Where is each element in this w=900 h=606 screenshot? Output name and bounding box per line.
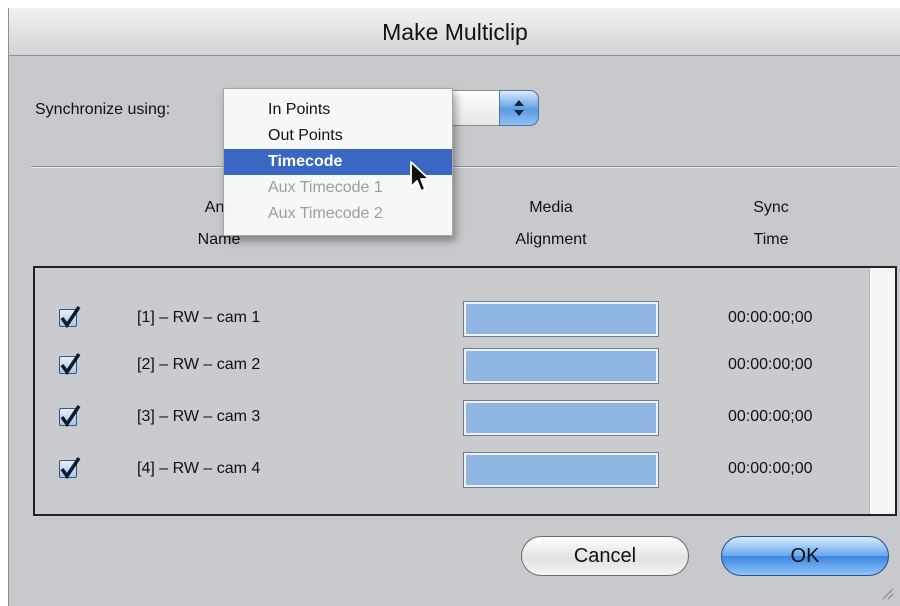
synchronize-popup[interactable] bbox=[449, 90, 503, 126]
sync-time: 00:00:00;00 bbox=[728, 356, 813, 373]
angle-checkbox-4[interactable] bbox=[59, 457, 81, 480]
angle-name: [4] – RW – cam 4 bbox=[137, 460, 261, 477]
checkmark-icon bbox=[60, 405, 81, 428]
table-row: [4] – RW – cam 4 00:00:00;00 bbox=[35, 452, 871, 492]
make-multiclip-dialog: Make Multiclip Synchronize using: Ang Na… bbox=[8, 8, 900, 606]
angle-name: [2] – RW – cam 2 bbox=[137, 356, 261, 373]
media-alignment-bar[interactable] bbox=[463, 348, 659, 384]
menu-item-in-points[interactable]: In Points bbox=[224, 97, 452, 123]
angle-name: [1] – RW – cam 1 bbox=[137, 309, 261, 326]
media-alignment-bar[interactable] bbox=[463, 452, 659, 488]
cancel-button[interactable]: Cancel bbox=[521, 536, 689, 576]
media-alignment-bar[interactable] bbox=[463, 301, 659, 337]
ok-button[interactable]: OK bbox=[721, 536, 889, 576]
media-header-bottom: Alignment bbox=[515, 231, 587, 248]
menu-item-out-points[interactable]: Out Points bbox=[224, 123, 452, 149]
table-row: [1] – RW – cam 1 00:00:00;00 bbox=[35, 301, 871, 341]
sync-time-header: Sync Time bbox=[721, 192, 821, 256]
arrow-pointer-icon bbox=[410, 161, 430, 192]
menu-item-aux-timecode-2: Aux Timecode 2 bbox=[268, 205, 383, 222]
media-alignment-bar[interactable] bbox=[463, 400, 659, 436]
angle-list: [1] – RW – cam 1 00:00:00;00 [2] – RW – … bbox=[33, 266, 897, 516]
updown-arrows-icon bbox=[514, 100, 524, 116]
checkmark-icon bbox=[60, 457, 81, 480]
list-scrollbar[interactable] bbox=[869, 268, 895, 514]
sync-time: 00:00:00;00 bbox=[728, 460, 813, 477]
angle-checkbox-1[interactable] bbox=[59, 306, 81, 329]
angle-checkbox-2[interactable] bbox=[59, 353, 81, 376]
dialog-title: Make Multiclip bbox=[382, 19, 528, 45]
checkmark-icon bbox=[60, 353, 81, 376]
table-row: [3] – RW – cam 3 00:00:00;00 bbox=[35, 400, 871, 440]
sync-header-bottom: Time bbox=[753, 231, 789, 248]
media-header-top: Media bbox=[529, 199, 573, 216]
title-bar[interactable]: Make Multiclip bbox=[9, 8, 900, 56]
table-row: [2] – RW – cam 2 00:00:00;00 bbox=[35, 348, 871, 388]
synchronize-popup-arrows[interactable] bbox=[499, 90, 539, 126]
synchronize-label: Synchronize using: bbox=[35, 101, 171, 118]
sync-time: 00:00:00;00 bbox=[728, 309, 813, 326]
media-alignment-header: Media Alignment bbox=[481, 192, 621, 256]
angle-name: [3] – RW – cam 3 bbox=[137, 408, 261, 425]
separator bbox=[31, 166, 897, 168]
checkmark-icon bbox=[60, 306, 81, 329]
sync-header-top: Sync bbox=[753, 199, 789, 216]
resize-grip-icon[interactable] bbox=[878, 584, 894, 600]
sync-time: 00:00:00;00 bbox=[728, 408, 813, 425]
angle-checkbox-3[interactable] bbox=[59, 405, 81, 428]
